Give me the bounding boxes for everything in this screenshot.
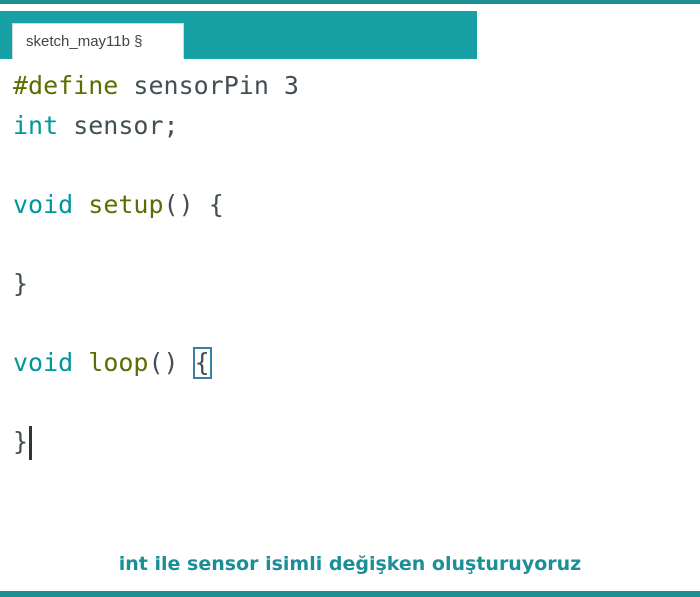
loop-closing-brace: } — [13, 426, 29, 456]
caption-text: int ile sensor isimli değişken oluşturuy… — [118, 553, 582, 575]
int-keyword: int — [13, 110, 59, 140]
code-line-8: void loop() { — [13, 343, 693, 383]
code-line-10: } — [13, 422, 693, 462]
void-keyword-loop: void — [13, 347, 74, 377]
matched-brace-highlight: { — [192, 346, 212, 379]
setup-closing-brace: } — [13, 268, 29, 298]
text-cursor — [29, 425, 33, 460]
setup-signature-rest: () { — [163, 189, 224, 219]
code-editor[interactable]: #define sensorPin 3 int sensor; void set… — [13, 66, 693, 516]
void-keyword-setup: void — [13, 189, 74, 219]
setup-function-name: setup — [88, 189, 164, 219]
tab-sketch[interactable]: sketch_may11b § — [12, 23, 184, 59]
define-body: sensorPin 3 — [118, 71, 299, 100]
bottom-border — [0, 591, 700, 597]
top-border — [0, 0, 700, 4]
loop-signature-rest: () — [148, 347, 194, 377]
code-line-2: int sensor; — [13, 106, 693, 146]
sensor-declaration: sensor; — [58, 110, 179, 140]
code-line-1: #define sensorPin 3 — [13, 66, 693, 106]
define-directive: #define — [13, 71, 119, 100]
tab-bar: sketch_may11b § — [0, 11, 477, 59]
code-line-6: } — [13, 264, 693, 304]
code-line-4: void setup() { — [13, 185, 693, 225]
loop-function-name: loop — [88, 347, 149, 377]
